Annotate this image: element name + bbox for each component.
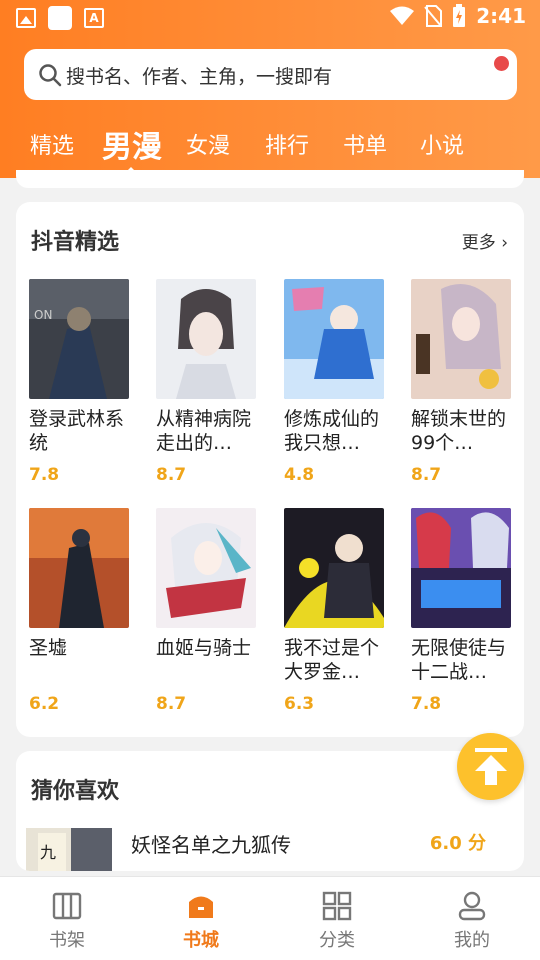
nav-label: 分类 [319,930,355,951]
no-sim-icon [424,5,443,27]
book-cover [284,279,384,399]
book-cover [411,279,511,399]
more-label: 更多 [461,233,496,253]
tab-paihang[interactable]: 排行 [265,128,309,160]
rec-book-score: 6.0 分 [429,833,486,854]
arrow-up-icon [475,748,507,785]
user-icon [457,891,487,921]
book-title: 登录武林系统 [29,408,125,454]
tab-xiaoshuo[interactable]: 小说 [420,128,464,160]
book-item[interactable]: ON 登录武林系统 7.8 [29,279,131,485]
battery-charging-icon [453,4,466,27]
nav-label: 书城 [183,930,219,951]
book-title: 解锁末世的99个… [411,408,507,454]
book-score: 6.3 [284,694,315,714]
wifi-icon [390,6,415,25]
tab-nanman[interactable]: 男漫 [102,122,162,166]
back-to-top-button[interactable] [457,733,524,800]
book-title: 我不过是个大罗金… [284,637,380,683]
nav-profile[interactable]: 我的 [422,877,522,952]
grid-icon [322,891,352,921]
nav-bookstore[interactable]: 书城 [151,877,251,952]
book-item[interactable]: 我不过是个大罗金… 6.3 [284,508,386,714]
svg-text:ON: ON [34,308,52,322]
book-title: 圣墟 [29,637,68,659]
clock: 2:41 [476,4,526,28]
book-score: 7.8 [29,465,60,485]
previous-section-card [16,170,524,188]
nav-label: 书架 [49,930,85,951]
book-cover [156,508,256,628]
search-icon [39,64,62,87]
book-item[interactable]: 无限使徒与十二战… 7.8 [411,508,513,714]
search-bar[interactable]: 搜书名、作者、主角，一搜即有 [24,49,517,100]
search-placeholder: 搜书名、作者、主角，一搜即有 [66,66,333,88]
book-score: 7.8 [411,694,442,714]
section-title: 抖音精选 [31,230,120,255]
gallery-notification-icon [16,8,36,28]
book-score: 8.7 [411,465,442,485]
book-cover: ON [29,279,129,399]
book-score: 4.8 [284,465,315,485]
book-cover [156,279,256,399]
book-cover [284,508,384,628]
more-button[interactable]: 更多 › [462,228,508,253]
section-title: 猜你喜欢 [31,779,120,804]
book-item[interactable]: 血姬与骑士 8.7 [156,508,258,714]
book-title: 无限使徒与十二战… [411,637,507,683]
category-tabs: 精选 男漫 女漫 排行 书单 小说 [0,118,540,178]
book-title: 血姬与骑士 [156,637,252,659]
book-title: 修炼成仙的我只想… [284,408,380,454]
app-notification-icon [48,6,72,30]
book-cover [29,508,129,628]
store-notification-icon: A [84,8,104,28]
bottom-nav: 书架 书城 分类 我的 [0,876,540,960]
notification-dot [494,56,509,71]
rec-book-cover[interactable]: 九 [26,828,112,871]
book-cover [411,508,511,628]
tab-shudan[interactable]: 书单 [343,128,387,160]
book-score: 6.2 [29,694,60,714]
chevron-right-icon: › [501,233,508,253]
svg-text:九: 九 [40,843,56,862]
douyin-picks-section: 抖音精选 更多 › ON 登录武林系统 7.8 从精神病院走出的… 8.7 修炼… [16,202,524,737]
book-item[interactable]: 解锁末世的99个… 8.7 [411,279,513,485]
nav-bookshelf[interactable]: 书架 [17,877,117,952]
bookshelf-icon [52,891,82,921]
nav-label: 我的 [454,930,490,951]
rec-book-title[interactable]: 妖怪名单之九狐传 [131,829,291,858]
book-item[interactable]: 修炼成仙的我只想… 4.8 [284,279,386,485]
book-item[interactable]: 从精神病院走出的… 8.7 [156,279,258,485]
book-item[interactable]: 圣墟 6.2 [29,508,131,714]
book-score: 8.7 [156,694,187,714]
recommend-section: 猜你喜欢 九 妖怪名单之九狐传 6.0 分 [16,751,524,871]
book-score: 8.7 [156,465,187,485]
home-icon [186,891,216,921]
tab-nvman[interactable]: 女漫 [186,128,230,160]
tab-jingxuan[interactable]: 精选 [30,128,74,160]
status-bar: A 2:41 [0,0,540,36]
book-title: 从精神病院走出的… [156,408,252,454]
header: A 2:41 搜书名、作者、主角，一搜即有 精选 男漫 女漫 排行 书单 小说 [0,0,540,178]
nav-category[interactable]: 分类 [287,877,387,952]
